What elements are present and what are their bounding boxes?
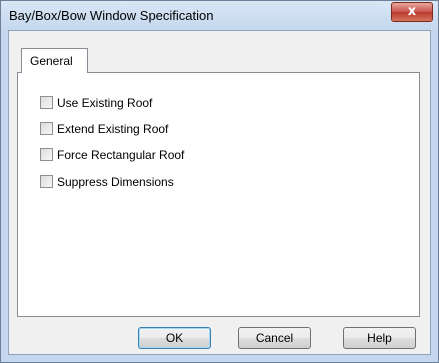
title-bar[interactable]: Bay/Box/Bow Window Specification x xyxy=(1,1,438,31)
tab-general[interactable]: General xyxy=(21,48,88,73)
use-existing-roof-label[interactable]: Use Existing Roof xyxy=(57,96,152,110)
suppress-dimensions-checkbox[interactable] xyxy=(40,175,53,188)
extend-existing-roof-checkbox[interactable] xyxy=(40,122,53,135)
force-rectangular-roof-label[interactable]: Force Rectangular Roof xyxy=(57,148,184,162)
close-button[interactable]: x xyxy=(391,2,433,22)
ok-button[interactable]: OK xyxy=(138,327,211,349)
suppress-dimensions-label[interactable]: Suppress Dimensions xyxy=(57,175,174,189)
close-icon: x xyxy=(407,4,417,19)
help-button[interactable]: Help xyxy=(343,327,416,349)
force-rectangular-roof-checkbox[interactable] xyxy=(40,148,53,161)
extend-existing-roof-label[interactable]: Extend Existing Roof xyxy=(57,122,168,136)
tab-general-label: General xyxy=(30,54,73,68)
window-title: Bay/Box/Bow Window Specification xyxy=(9,8,214,23)
use-existing-roof-checkbox[interactable] xyxy=(40,96,53,109)
cancel-button[interactable]: Cancel xyxy=(238,327,311,349)
